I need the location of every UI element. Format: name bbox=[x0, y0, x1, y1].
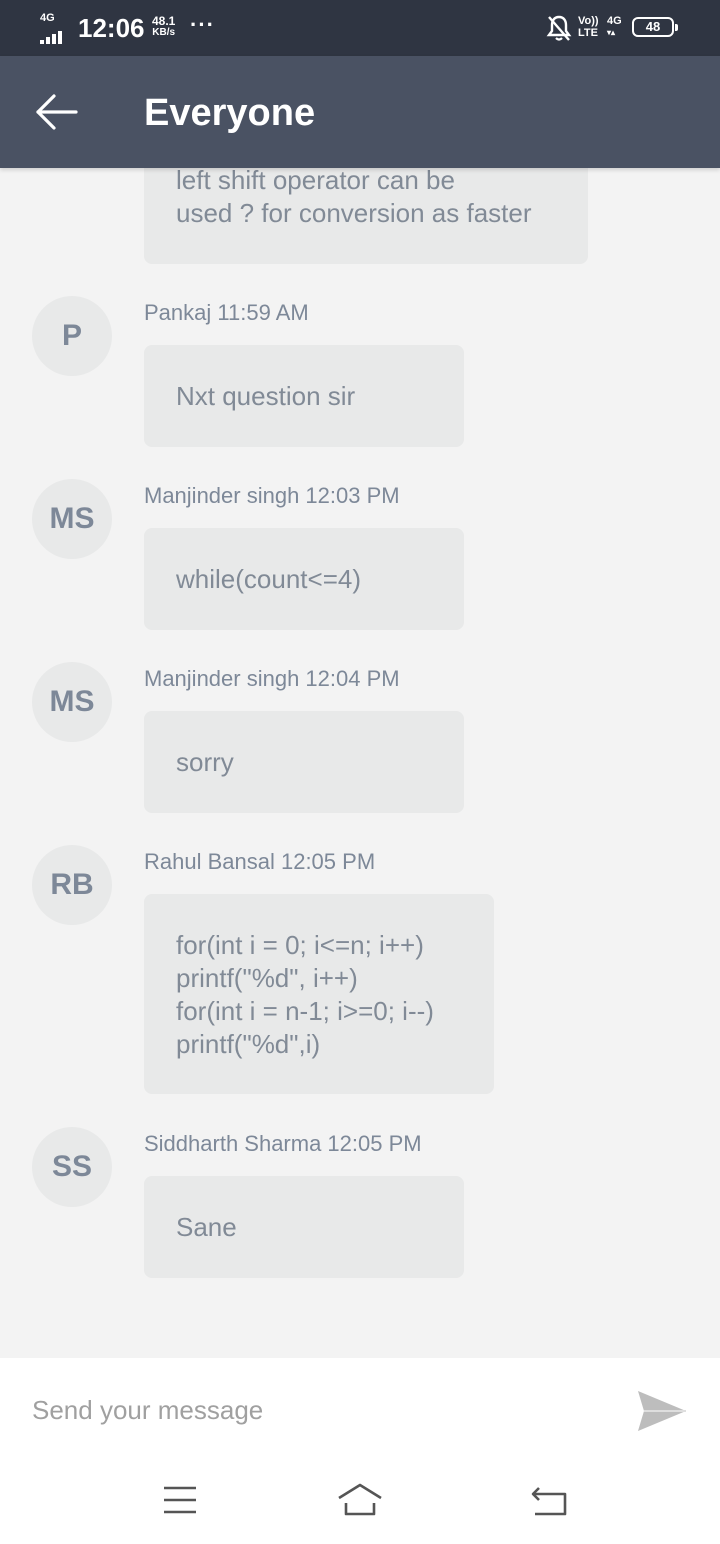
back-icon[interactable] bbox=[523, 1480, 573, 1520]
message-bubble: sorry bbox=[144, 711, 464, 813]
message-bubble: Sane bbox=[144, 1176, 464, 1278]
message-bubble: Nxt question sir bbox=[144, 345, 464, 447]
battery-icon: 48 bbox=[632, 17, 678, 37]
avatar[interactable]: MS bbox=[32, 479, 112, 559]
volte-label: Vo)) bbox=[578, 15, 599, 27]
avatar[interactable]: SS bbox=[32, 1127, 112, 1207]
page-title: Everyone bbox=[144, 92, 316, 134]
notifications-off-icon bbox=[546, 15, 572, 41]
speed-unit: KB/s bbox=[152, 27, 176, 38]
home-icon[interactable] bbox=[335, 1480, 385, 1520]
message-text: left shift operator can be used ? for co… bbox=[176, 168, 532, 228]
message-input[interactable] bbox=[20, 1382, 624, 1438]
message-text: sorry bbox=[176, 747, 234, 777]
message-text: Nxt question sir bbox=[176, 381, 356, 411]
message-meta: Manjinder singh 12:04 PM bbox=[144, 666, 400, 691]
message-bubble: left shift operator can be used ? for co… bbox=[144, 168, 588, 264]
message-meta: Manjinder singh 12:03 PM bbox=[144, 483, 400, 508]
data-type-label: 4G bbox=[607, 15, 622, 27]
system-nav-bar bbox=[0, 1462, 720, 1544]
message-text: Sane bbox=[176, 1212, 237, 1242]
message-meta: Rahul Bansal 12:05 PM bbox=[144, 849, 376, 874]
message-bubble: for(int i = 0; i<=n; i++) printf("%d", i… bbox=[144, 894, 494, 1094]
clock: 12:06 bbox=[78, 13, 145, 43]
message-meta: Pankaj 11:59 AM bbox=[144, 300, 309, 325]
app-bar: Everyone bbox=[0, 56, 720, 168]
avatar[interactable]: P bbox=[32, 296, 112, 376]
volte-indicator: Vo)) LTE bbox=[578, 15, 599, 39]
more-notifications-icon: ··· bbox=[190, 12, 215, 37]
battery-level: 48 bbox=[645, 19, 661, 34]
speed-value: 48.1 bbox=[152, 14, 176, 28]
message-composer bbox=[0, 1358, 720, 1462]
data-indicator: 4G ▾▴ bbox=[607, 15, 622, 37]
message-meta: Siddharth Sharma 12:05 PM bbox=[144, 1131, 422, 1156]
arrow-left-icon[interactable] bbox=[30, 86, 82, 138]
status-bar: 4G 12:06 48.1 KB/s ··· Vo)) LTE 4G ▾▴ 48 bbox=[0, 0, 720, 56]
signal-icon: 4G bbox=[40, 12, 74, 44]
avatar[interactable]: MS bbox=[32, 662, 112, 742]
network-speed: 48.1 KB/s bbox=[152, 15, 175, 39]
message-text: while(count<=4) bbox=[176, 564, 361, 594]
message-text: for(int i = 0; i<=n; i++) printf("%d", i… bbox=[176, 930, 434, 1059]
avatar[interactable]: RB bbox=[32, 845, 112, 925]
lte-label: LTE bbox=[578, 27, 598, 39]
send-icon[interactable] bbox=[634, 1388, 690, 1434]
message-list[interactable]: left shift operator can be used ? for co… bbox=[0, 168, 720, 1358]
network-type: 4G bbox=[40, 12, 55, 24]
message-bubble: while(count<=4) bbox=[144, 528, 464, 630]
menu-icon[interactable] bbox=[155, 1480, 205, 1520]
